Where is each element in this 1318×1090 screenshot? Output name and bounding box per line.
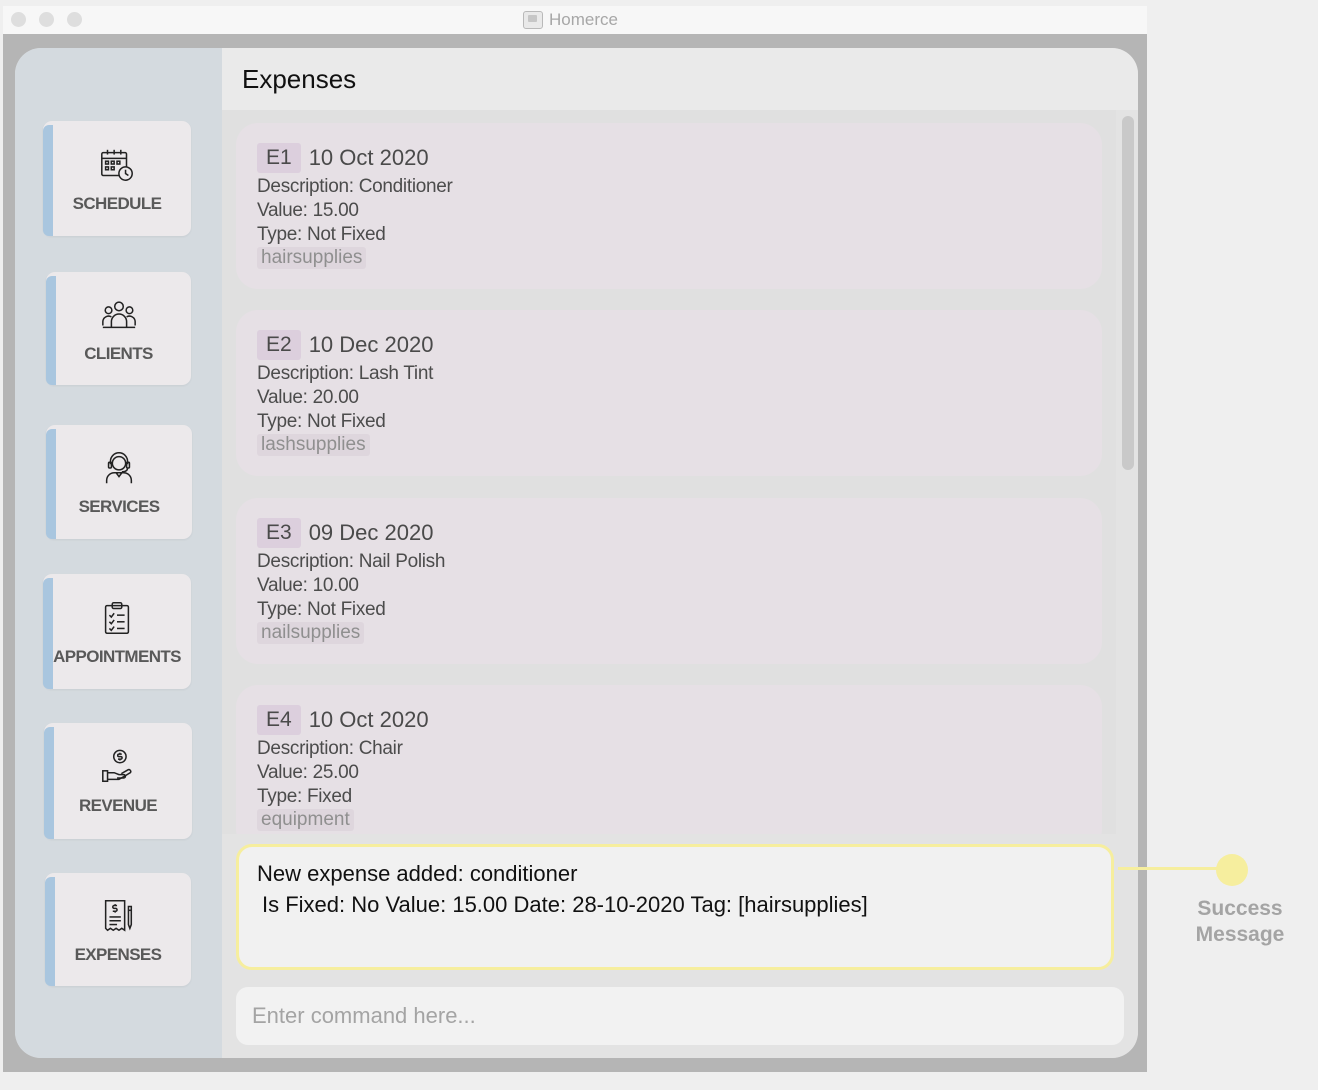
expense-type: Type: Not Fixed: [257, 599, 386, 620]
close-window-button[interactable]: [11, 12, 26, 27]
expense-list[interactable]: E1 10 Oct 2020 Description: Conditioner …: [222, 110, 1116, 834]
sidebar-item-label: SERVICES: [78, 497, 160, 516]
page-header: Expenses: [222, 48, 1138, 110]
expense-description: Description: Lash Tint: [257, 363, 434, 384]
sidebar-item-revenue[interactable]: REVENUE: [44, 723, 192, 839]
expense-description: Description: Nail Polish: [257, 551, 446, 572]
sidebar-item-expenses[interactable]: EXPENSES: [45, 873, 191, 986]
hand-coin-icon: [99, 748, 137, 786]
expense-value: Value: 25.00: [257, 762, 359, 783]
expense-value: Value: 15.00: [257, 200, 359, 221]
window-title: Homerce: [549, 10, 618, 29]
app-icon: [523, 11, 543, 29]
sidebar: SCHEDULE CLIENTS SERVICES APPOINTMENTS R…: [15, 48, 222, 1058]
expense-id-badge: E2: [257, 330, 301, 360]
page-title: Expenses: [242, 64, 357, 94]
sidebar-item-schedule[interactable]: SCHEDULE: [43, 121, 191, 236]
expense-value: Value: 10.00: [257, 575, 359, 596]
callout-label-line: Message: [1195, 923, 1285, 946]
expense-id-badge: E4: [257, 705, 301, 735]
callout-marker: [1216, 854, 1248, 886]
sidebar-item-services[interactable]: SERVICES: [46, 425, 192, 539]
people-group-icon: [100, 296, 138, 334]
expense-type: Type: Not Fixed: [257, 224, 386, 245]
expense-card[interactable]: E2 10 Dec 2020 Description: Lash Tint Va…: [236, 310, 1102, 476]
title-bar: Homerce: [3, 6, 1147, 34]
app-panel: SCHEDULE CLIENTS SERVICES APPOINTMENTS R…: [15, 48, 1138, 1058]
expense-type: Type: Fixed: [257, 786, 352, 807]
result-message-line: New expense added: conditioner: [257, 861, 578, 886]
scrollbar-thumb[interactable]: [1122, 116, 1134, 470]
expense-card[interactable]: E1 10 Oct 2020 Description: Conditioner …: [236, 123, 1102, 289]
expense-date: 10 Oct 2020: [308, 145, 429, 170]
calendar-clock-icon: [98, 146, 136, 184]
expense-list-scrollbar[interactable]: [1116, 110, 1138, 834]
expense-description: Description: Chair: [257, 738, 403, 759]
app-window: Homerce SCHEDULE CLIENTS SERVICES APPOIN…: [3, 6, 1147, 1072]
result-display: New expense added: conditioner Is Fixed:…: [236, 844, 1114, 970]
sidebar-item-label: APPOINTMENTS: [53, 646, 181, 666]
sidebar-item-label: EXPENSES: [74, 944, 162, 964]
expense-value: Value: 20.00: [257, 387, 359, 408]
expense-card[interactable]: E3 09 Dec 2020 Description: Nail Polish …: [236, 498, 1102, 664]
sidebar-item-label: REVENUE: [79, 796, 158, 815]
result-detail-line: Is Fixed: No Value: 15.00 Date: 28-10-20…: [262, 892, 868, 917]
expense-date: 10 Dec 2020: [308, 332, 434, 357]
expense-tag: lashsupplies: [257, 434, 370, 456]
result-display-panel: New expense added: conditioner Is Fixed:…: [222, 834, 1138, 974]
command-box-panel: [222, 974, 1138, 1058]
headset-person-icon: [100, 449, 138, 487]
expense-card[interactable]: E4 10 Oct 2020 Description: Chair Value:…: [236, 685, 1102, 834]
sidebar-item-clients[interactable]: CLIENTS: [46, 272, 191, 385]
sidebar-item-label: SCHEDULE: [72, 193, 162, 213]
expense-id-badge: E3: [257, 518, 301, 548]
minimize-window-button[interactable]: [39, 12, 54, 27]
expense-id-badge: E1: [257, 143, 301, 173]
clipboard-checklist-icon: [98, 599, 136, 637]
callout-connector: [1118, 867, 1232, 870]
expense-tag: equipment: [257, 809, 354, 831]
expense-description: Description: Conditioner: [257, 176, 453, 197]
expense-date: 10 Oct 2020: [308, 707, 429, 732]
sidebar-item-appointments[interactable]: APPOINTMENTS: [43, 574, 191, 689]
expense-type: Type: Not Fixed: [257, 411, 386, 432]
command-input[interactable]: [236, 987, 1124, 1045]
expense-tag: hairsupplies: [257, 247, 367, 269]
invoice-pen-icon: [99, 897, 137, 935]
callout-label-line: Success: [1197, 897, 1283, 920]
expense-tag: nailsupplies: [257, 622, 365, 644]
callout-label: Success Message: [1178, 896, 1302, 948]
zoom-window-button[interactable]: [67, 12, 82, 27]
sidebar-item-label: CLIENTS: [84, 343, 153, 363]
expense-date: 09 Dec 2020: [308, 520, 434, 545]
